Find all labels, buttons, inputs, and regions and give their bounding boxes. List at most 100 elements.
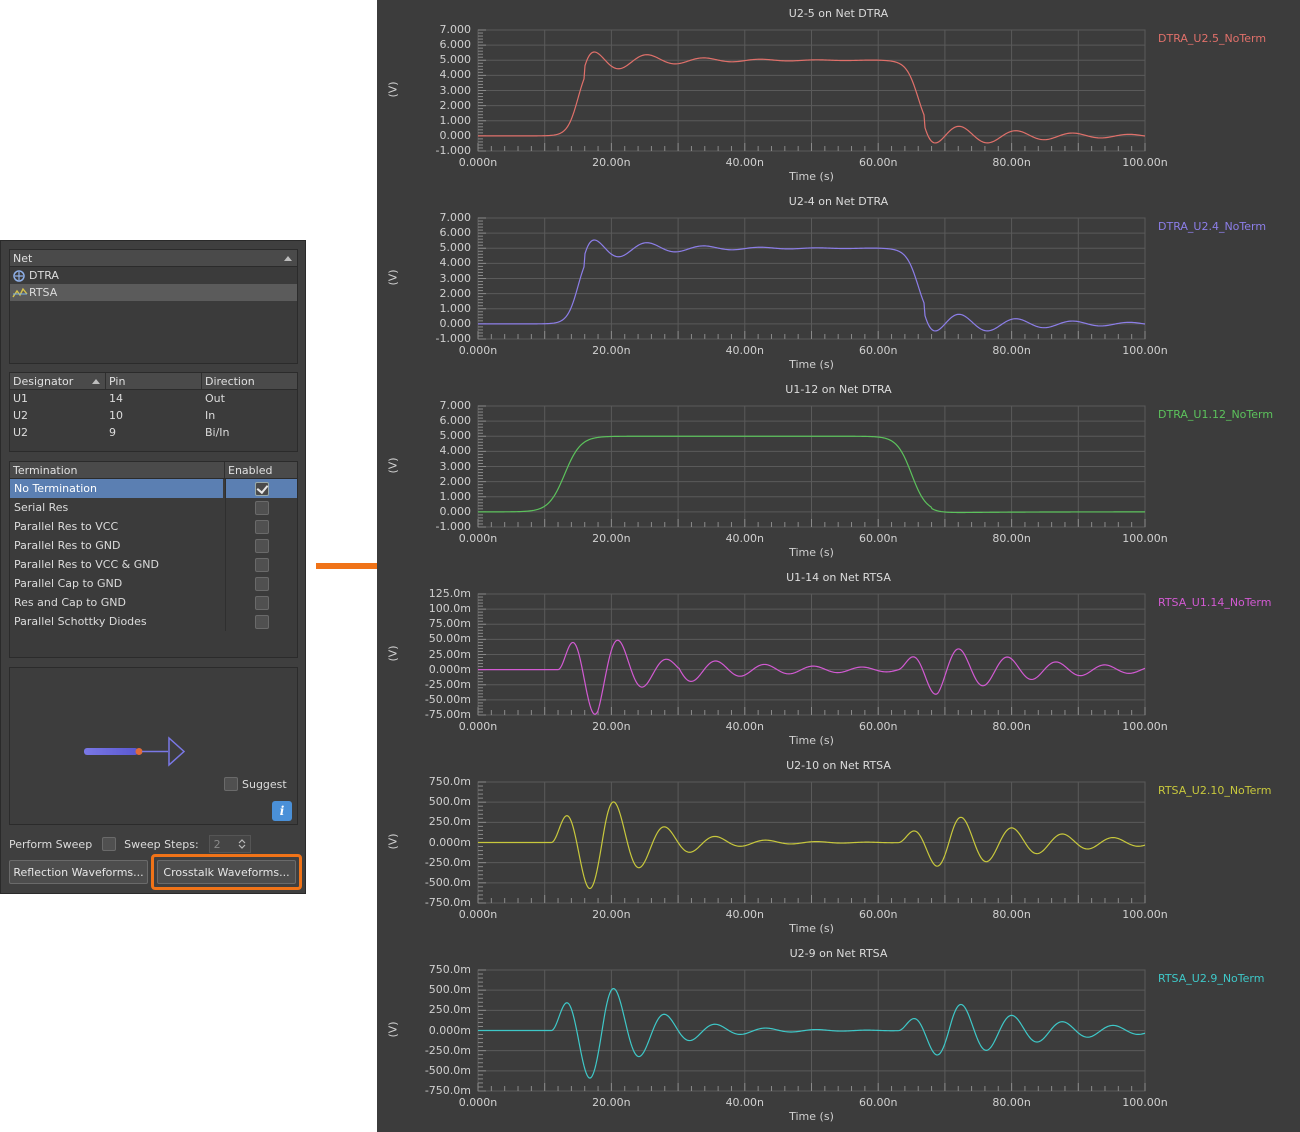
designator-column-header[interactable]: Designator — [10, 373, 106, 389]
x-tick-label: 0.000n — [458, 908, 498, 921]
termination-enabled-cell[interactable] — [225, 612, 297, 631]
info-icon[interactable]: i — [272, 801, 292, 821]
table-row[interactable]: U2 10 In — [10, 407, 297, 424]
y-tick-label: 6.000 — [439, 226, 472, 240]
table-row[interactable]: U1 14 Out — [10, 390, 297, 407]
termination-enabled-checkbox[interactable] — [254, 614, 269, 629]
net-list-header[interactable]: Net — [10, 250, 297, 267]
termination-row[interactable]: Parallel Cap to GND — [10, 574, 297, 593]
termination-label: Parallel Schottky Diodes — [14, 615, 147, 628]
x-tick-label: 20.00n — [592, 344, 631, 357]
y-tick-label: -25.00m — [424, 677, 471, 691]
pin-column-header[interactable]: Pin — [106, 373, 202, 389]
termination-row[interactable]: Parallel Res to VCC — [10, 517, 297, 536]
termination-row[interactable]: Res and Cap to GND — [10, 593, 297, 612]
x-tick-label: 100.00n — [1122, 720, 1168, 733]
y-tick-label: 5.000 — [439, 53, 472, 67]
termination-enabled-checkbox[interactable] — [254, 557, 269, 572]
y-tick-label: -500.0m — [424, 1063, 471, 1077]
x-tick-label: 60.00n — [858, 344, 898, 357]
y-tick-label: 7.000 — [439, 399, 472, 412]
y-tick-label: 7.000 — [439, 211, 472, 224]
enabled-column-header[interactable]: Enabled — [225, 462, 297, 478]
y-tick-label: 0.000 — [439, 128, 472, 142]
termination-enabled-checkbox[interactable] — [254, 595, 269, 610]
legend-entry[interactable]: RTSA_U2.9_NoTerm — [1158, 972, 1264, 985]
table-row[interactable]: U2 9 Bi/In — [10, 424, 297, 441]
y-tick-label: 3.000 — [439, 83, 472, 97]
perform-sweep-checkbox[interactable] — [102, 837, 117, 851]
x-axis-title: Time (s) — [789, 546, 834, 559]
x-tick-label: 60.00n — [858, 720, 898, 733]
termination-label: No Termination — [10, 479, 223, 498]
x-tick-label: 60.00n — [858, 532, 898, 545]
termination-row[interactable]: Serial Res — [10, 498, 297, 517]
x-tick-label: 40.00n — [725, 1096, 765, 1109]
net-label: RTSA — [29, 286, 58, 299]
y-tick-label: -250.0m — [424, 1043, 471, 1057]
waveform-chart[interactable] — [477, 217, 1146, 340]
x-tick-label: 100.00n — [1122, 344, 1168, 357]
y-tick-label: 750.0m — [428, 963, 471, 976]
x-tick-label: 0.000n — [458, 720, 498, 733]
net-row-rtsa[interactable]: RTSA — [10, 284, 297, 301]
termination-column-header[interactable]: Termination — [10, 462, 225, 478]
legend-entry[interactable]: DTRA_U2.4_NoTerm — [1158, 220, 1266, 233]
y-tick-label: 3.000 — [439, 271, 472, 285]
legend-entry[interactable]: DTRA_U2.5_NoTerm — [1158, 32, 1266, 45]
termination-row[interactable]: No Termination — [10, 479, 297, 498]
waveform-chart[interactable] — [477, 781, 1146, 904]
legend-entry[interactable]: DTRA_U1.12_NoTerm — [1158, 408, 1273, 421]
termination-enabled-cell[interactable] — [225, 479, 297, 498]
termination-enabled-checkbox[interactable] — [254, 538, 269, 553]
waveform-chart[interactable] — [477, 405, 1146, 528]
x-tick-label: 80.00n — [992, 532, 1031, 545]
waveform-chart[interactable] — [477, 969, 1146, 1092]
legend-entry[interactable]: RTSA_U2.10_NoTerm — [1158, 784, 1271, 797]
y-tick-label: 5.000 — [439, 241, 472, 255]
termination-row[interactable]: Parallel Res to VCC & GND — [10, 555, 297, 574]
suggest-checkbox-box[interactable] — [224, 777, 238, 791]
y-unit-label: (V) — [386, 644, 400, 662]
waveform-chart[interactable] — [477, 29, 1146, 152]
y-tick-label: 4.000 — [439, 68, 472, 82]
y-unit-label: (V) — [386, 1020, 400, 1038]
suggest-label: Suggest — [242, 777, 287, 791]
reflection-waveforms-button[interactable]: Reflection Waveforms... — [9, 860, 148, 884]
termination-schematic-icon — [84, 736, 186, 767]
termination-enabled-cell[interactable] — [225, 574, 297, 593]
x-tick-label: 40.00n — [725, 532, 765, 545]
waveform-chart[interactable] — [477, 593, 1146, 716]
termination-row[interactable]: Parallel Res to GND — [10, 536, 297, 555]
signal-integrity-panel: Net DTRA RTSA Designator Pin Direction U… — [0, 240, 306, 894]
direction-column-header[interactable]: Direction — [202, 373, 297, 389]
termination-label: Parallel Res to GND — [14, 539, 121, 552]
termination-enabled-cell[interactable] — [225, 536, 297, 555]
spinner-arrows-icon[interactable] — [238, 838, 246, 850]
termination-row[interactable]: Parallel Schottky Diodes — [10, 612, 297, 631]
y-tick-label: 6.000 — [439, 414, 472, 428]
termination-enabled-cell[interactable] — [225, 593, 297, 612]
perform-sweep-label: Perform Sweep — [9, 837, 93, 851]
termination-enabled-cell[interactable] — [225, 498, 297, 517]
y-tick-label: 75.00m — [428, 617, 471, 631]
termination-enabled-cell[interactable] — [225, 517, 297, 536]
termination-enabled-cell[interactable] — [225, 555, 297, 574]
sort-ascending-icon — [92, 379, 100, 384]
y-tick-label: 1.000 — [439, 301, 472, 315]
sweep-steps-spinner[interactable]: 2 — [208, 835, 251, 853]
termination-enabled-checkbox[interactable] — [254, 519, 269, 534]
y-unit-label: (V) — [386, 268, 400, 286]
x-tick-label: 80.00n — [992, 908, 1031, 921]
waveform-viewer: U2-5 on Net DTRA (V) 7.000 6.000 5.000 4.000 3… — [377, 0, 1300, 1132]
termination-enabled-checkbox[interactable] — [254, 576, 269, 591]
legend-entry[interactable]: RTSA_U1.14_NoTerm — [1158, 596, 1271, 609]
net-row-dtra[interactable]: DTRA — [10, 267, 297, 284]
termination-enabled-checkbox[interactable] — [254, 500, 269, 515]
y-tick-label: 750.0m — [428, 775, 471, 788]
sweep-steps-value[interactable]: 2 — [214, 838, 221, 851]
termination-enabled-checkbox[interactable] — [254, 481, 269, 496]
suggest-checkbox[interactable]: Suggest — [224, 777, 287, 791]
y-tick-label: 4.000 — [439, 256, 472, 270]
x-tick-label: 40.00n — [725, 156, 765, 169]
